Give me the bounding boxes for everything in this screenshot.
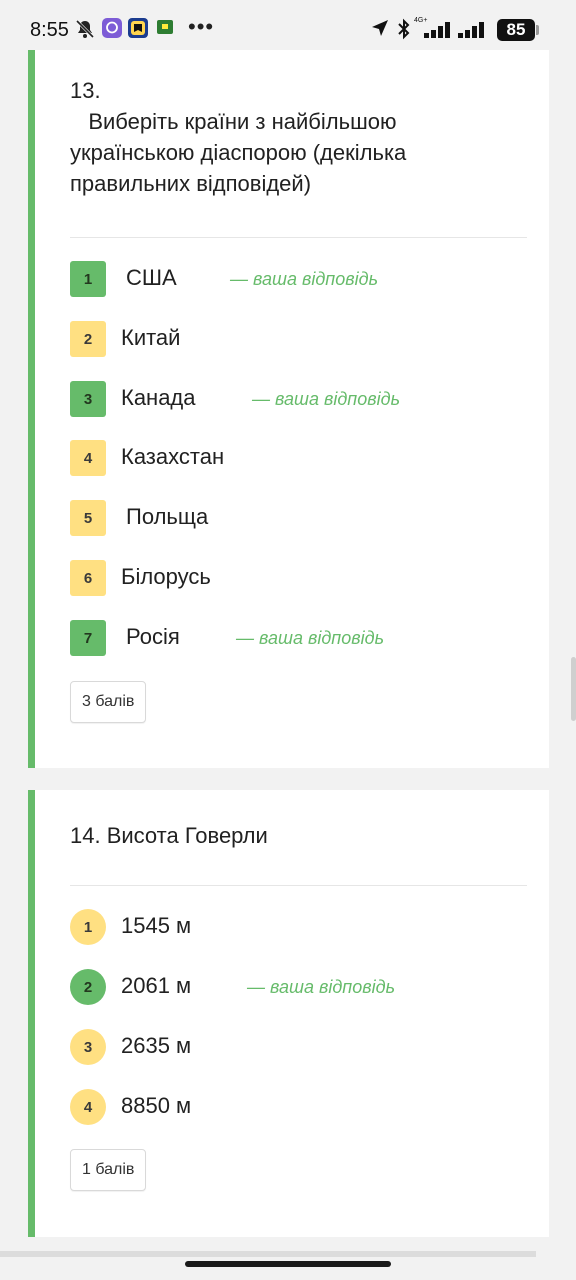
option-text: Росія bbox=[126, 624, 180, 649]
answer-option: 4 Казахстан bbox=[70, 440, 540, 476]
option-text: Казахстан bbox=[121, 444, 225, 469]
option-number-badge: 2 bbox=[70, 969, 106, 1005]
option-number-badge: 1 bbox=[70, 909, 106, 945]
answer-option: 1 1545 м bbox=[70, 909, 540, 945]
status-bar: 8:55 ••• 4G+ 85 bbox=[0, 0, 576, 50]
location-arrow-icon bbox=[370, 18, 390, 43]
home-gesture-bar[interactable] bbox=[185, 1261, 391, 1267]
option-text: 8850 м bbox=[121, 1093, 192, 1118]
option-text: Китай bbox=[121, 325, 181, 350]
option-number-badge: 6 bbox=[70, 560, 106, 596]
bell-off-icon bbox=[74, 18, 96, 45]
option-text: 2635 м bbox=[121, 1033, 192, 1058]
question-title: 14. Висота Говерли bbox=[70, 823, 268, 848]
status-time: 8:55 bbox=[30, 19, 69, 41]
answer-option: 4 8850 м bbox=[70, 1089, 540, 1125]
option-text: Білорусь bbox=[121, 564, 211, 589]
answer-option: 2 2061 м — ваша відповідь bbox=[70, 969, 540, 1005]
option-number-badge: 4 bbox=[70, 1089, 106, 1125]
signal-icon bbox=[424, 22, 452, 43]
option-text: 2061 м bbox=[121, 973, 192, 998]
question-card: 14. Висота Говерли 1 1545 м 2 2061 м — в… bbox=[28, 790, 549, 1237]
option-number-badge: 1 bbox=[70, 261, 106, 297]
signal-icon-2 bbox=[458, 22, 486, 43]
divider bbox=[70, 885, 527, 886]
answer-option: 6 Білорусь bbox=[70, 560, 540, 596]
answer-option: 3 Канада — ваша відповідь bbox=[70, 381, 540, 417]
vertical-scrollbar[interactable] bbox=[571, 657, 576, 721]
answer-option: 1 США — ваша відповідь bbox=[70, 261, 540, 297]
your-answer-label: — ваша відповідь bbox=[252, 389, 401, 409]
option-text: Канада bbox=[121, 385, 196, 410]
option-number-badge: 5 bbox=[70, 500, 106, 536]
points-chip: 1 балів bbox=[70, 1149, 147, 1191]
battery-indicator: 85 bbox=[497, 19, 535, 41]
app-icon bbox=[128, 18, 148, 43]
your-answer-label: — ваша відповідь bbox=[236, 628, 385, 648]
answer-option: 7 Росія — ваша відповідь bbox=[70, 620, 540, 656]
your-answer-label: — ваша відповідь bbox=[247, 977, 396, 997]
answer-option: 5 Польща bbox=[70, 500, 540, 536]
answer-option: 3 2635 м bbox=[70, 1029, 540, 1065]
option-number-badge: 2 bbox=[70, 321, 106, 357]
option-number-badge: 3 bbox=[70, 1029, 106, 1065]
question-title: 13. Виберіть країни з найбільшою українс… bbox=[70, 78, 407, 196]
battery-tip bbox=[536, 25, 539, 35]
option-text: Польща bbox=[126, 504, 209, 529]
option-text: США bbox=[126, 265, 177, 290]
more-notifications-icon: ••• bbox=[188, 14, 215, 39]
divider bbox=[70, 237, 527, 238]
option-text: 1545 м bbox=[121, 913, 192, 938]
option-number-badge: 3 bbox=[70, 381, 106, 417]
viber-icon bbox=[102, 18, 122, 43]
option-number-badge: 7 bbox=[70, 620, 106, 656]
your-answer-label: — ваша відповідь bbox=[230, 269, 379, 289]
sim-icon bbox=[156, 18, 174, 41]
answer-option: 2 Китай bbox=[70, 321, 540, 357]
option-number-badge: 4 bbox=[70, 440, 106, 476]
bluetooth-icon bbox=[396, 18, 412, 45]
points-chip: 3 балів bbox=[70, 681, 147, 723]
question-card: 13. Виберіть країни з найбільшою українс… bbox=[28, 50, 549, 768]
